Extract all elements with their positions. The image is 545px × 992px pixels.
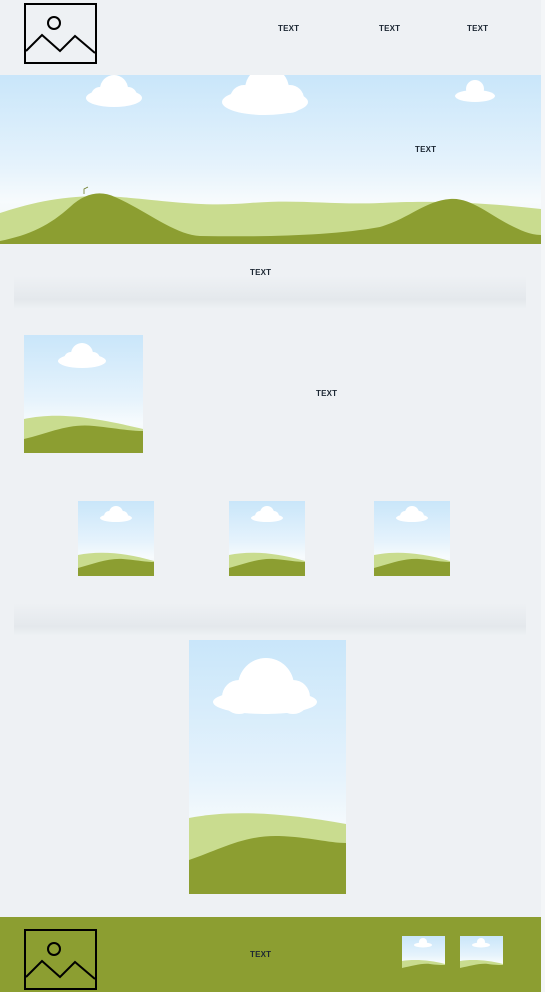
footer: TEXT: [0, 917, 541, 992]
page: TEXT TEXT TEXT TEXT TEXT TEXT TEXT: [0, 0, 545, 992]
landscape-image: [402, 938, 445, 971]
hero-banner: TEXT: [0, 75, 541, 244]
nav-link-3[interactable]: TEXT: [467, 24, 488, 33]
section-band: [14, 576, 526, 636]
footer-thumbnail-2[interactable]: [460, 936, 503, 971]
section-band: [14, 249, 526, 309]
hero-heading: TEXT: [415, 145, 437, 154]
gallery-image-3[interactable]: [374, 501, 450, 576]
gallery-image-2[interactable]: [229, 501, 305, 576]
landscape-image: [460, 938, 503, 971]
nav-link-2[interactable]: TEXT: [379, 24, 400, 33]
image-placeholder-icon[interactable]: [24, 929, 97, 990]
scrollbar[interactable]: [541, 0, 545, 992]
landscape-image: [374, 506, 450, 576]
landscape-image: [78, 506, 154, 576]
nav-link-1[interactable]: TEXT: [278, 24, 299, 33]
footer-text: TEXT: [250, 950, 272, 959]
landscape-image: [229, 506, 305, 576]
image-placeholder-icon[interactable]: [24, 3, 97, 64]
footer-thumbnail-1[interactable]: [402, 936, 445, 971]
hero-landscape-image: [0, 75, 541, 244]
header: TEXT TEXT TEXT: [0, 0, 541, 76]
feature-text: TEXT: [316, 389, 338, 398]
gallery-image-1[interactable]: [78, 501, 154, 576]
landscape-image: [24, 343, 143, 453]
landscape-image: [189, 658, 346, 894]
large-image[interactable]: [189, 640, 346, 894]
section-band-text: TEXT: [250, 268, 272, 277]
feature-image[interactable]: [24, 335, 143, 453]
